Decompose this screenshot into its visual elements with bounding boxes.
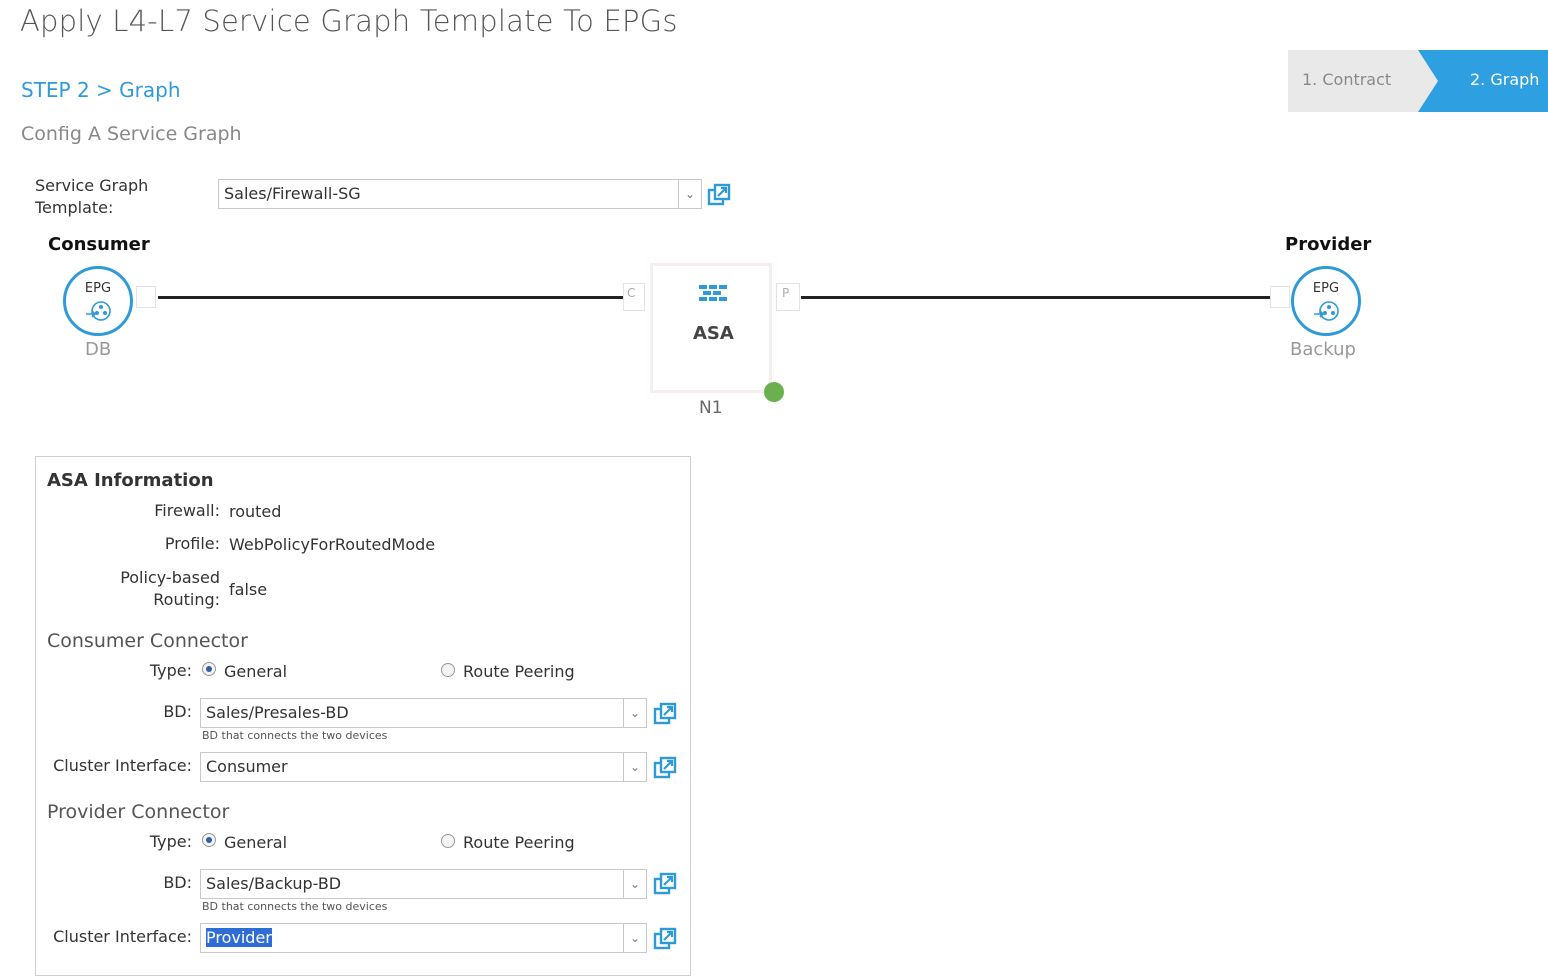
wizard-step-label: 1. Contract [1302,70,1392,89]
port-letter: C [627,286,636,300]
radio-label: Route Peering [463,833,575,852]
page-subtitle: Config A Service Graph [21,123,242,145]
firewall-value: routed [229,502,282,521]
provider-connector-port[interactable]: P [776,283,800,311]
device-label: ASA [693,323,734,344]
epg-badge: EPG [1312,281,1340,296]
cluster-interface-label: Cluster Interface: [53,927,192,946]
open-external-icon[interactable] [707,183,731,207]
bd-label: BD: [163,702,192,721]
service-graph-template-select[interactable]: Sales/Firewall-SG ⌄ [218,179,702,209]
provider-bd-select[interactable]: Sales/Backup-BD ⌄ [200,869,647,899]
type-label: Type: [149,832,192,851]
step-breadcrumb: STEP 2 > Graph [21,78,181,102]
profile-label: Profile: [164,534,220,553]
consumer-port [136,286,156,308]
select-value: Sales/Backup-BD [206,874,342,893]
wizard-step-label: 2. Graph [1470,70,1540,89]
provider-type-route-peering-radio[interactable] [441,834,455,848]
bd-help-text: BD that connects the two devices [202,729,388,742]
consumer-epg-node[interactable]: EPG [63,266,133,336]
panel-title: ASA Information [47,470,214,491]
epg-badge: EPG [84,281,112,296]
consumer-cluster-interface-select[interactable]: Consumer ⌄ [200,752,647,782]
consumer-heading: Consumer [48,234,150,255]
page-title: Apply L4-L7 Service Graph Template To EP… [20,4,678,38]
open-external-icon[interactable] [653,927,677,951]
pbr-value: false [229,580,268,599]
radio-label: General [224,833,288,852]
type-label: Type: [149,661,192,680]
provider-epg-node[interactable]: EPG [1291,266,1361,336]
firewall-icon [699,285,727,301]
radio-label: General [224,662,288,681]
consumer-connector-heading: Consumer Connector [47,630,248,652]
consumer-link-line [158,296,623,299]
epg-icon [86,301,111,321]
radio-label: Route Peering [463,662,575,681]
consumer-type-general-radio[interactable] [202,662,216,676]
wizard-step-contract[interactable]: 1. Contract [1288,50,1438,112]
consumer-type-route-peering-radio[interactable] [441,663,455,677]
select-value: Consumer [206,757,288,776]
select-value: Sales/Firewall-SG [224,184,361,203]
port-letter: P [782,286,790,300]
epg-icon [1314,301,1339,321]
chevron-down-icon: ⌄ [623,753,646,781]
service-graph-template-label: Service Graph Template: [35,176,149,217]
consumer-connector-port[interactable]: C [623,283,645,311]
chevron-down-icon: ⌄ [623,870,646,898]
chevron-down-icon: ⌄ [623,924,646,952]
bd-help-text: BD that connects the two devices [202,900,388,913]
open-external-icon[interactable] [653,872,677,896]
provider-port [1270,286,1290,308]
status-indicator [764,382,784,402]
firewall-label: Firewall: [154,501,220,520]
select-value: Provider [206,928,272,947]
provider-heading: Provider [1285,234,1372,255]
node-name: N1 [699,398,723,418]
profile-value: WebPolicyForRoutedMode [229,535,436,554]
provider-epg-name: Backup [1290,339,1356,360]
provider-connector-heading: Provider Connector [47,801,230,823]
pbr-label: Policy-based Routing: [120,568,220,609]
provider-link-line [801,296,1271,299]
chevron-down-icon: ⌄ [678,180,701,208]
open-external-icon[interactable] [653,756,677,780]
consumer-bd-select[interactable]: Sales/Presales-BD ⌄ [200,698,647,728]
cluster-interface-label: Cluster Interface: [53,756,192,775]
open-external-icon[interactable] [653,702,677,726]
provider-cluster-interface-select[interactable]: Provider ⌄ [200,923,647,953]
consumer-epg-name: DB [85,339,112,360]
select-value: Sales/Presales-BD [206,703,349,722]
chevron-down-icon: ⌄ [623,699,646,727]
bd-label: BD: [163,873,192,892]
provider-type-general-radio[interactable] [202,833,216,847]
